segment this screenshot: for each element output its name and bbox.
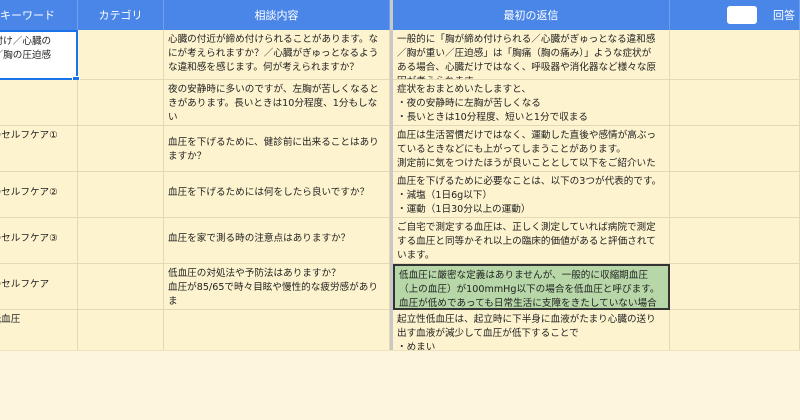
cell-keyword[interactable]: 圧のセルフケア③ xyxy=(0,218,78,264)
cell-question[interactable]: 夜の安静時に多いのですが、左胸が苦しくなると きがあります。長いときは10分程度… xyxy=(164,80,390,126)
cell-keyword[interactable]: 圧 xyxy=(0,80,78,126)
frozen-column-divider[interactable] xyxy=(390,0,393,350)
cell-next[interactable] xyxy=(670,126,800,172)
header-question[interactable]: 相談内容 xyxy=(164,0,390,30)
header-keyword-label: キーワード xyxy=(0,9,55,22)
cell-question[interactable]: 血圧を家で測る時の注意点はありますか？ xyxy=(164,218,390,264)
empty-area xyxy=(0,350,800,420)
cell-question[interactable] xyxy=(164,310,390,350)
header-category-label: カテゴリ xyxy=(98,9,143,22)
spreadsheet: キーワード カテゴリ 相談内容 最初の返信 回答 め付け／心臓の 感／胸の圧迫感… xyxy=(0,0,800,350)
cell-answer[interactable]: 起立性低血圧は、起立時に下半身に血液がたまり心臓の送り 出す血液が減少して血圧が… xyxy=(393,310,670,350)
cell-next[interactable] xyxy=(670,30,800,80)
cell-answer[interactable]: 血圧を下げるために必要なことは、以下の3つが代表的です。 ・減塩（1日6g以下）… xyxy=(393,172,670,218)
cell-category[interactable] xyxy=(78,80,164,126)
cell-answer[interactable]: 血圧は生活習慣だけではなく、運動した直後や感情が高ぶっ ているときなどにも上がっ… xyxy=(393,126,670,172)
cell-keyword[interactable]: 圧のセルフケア② xyxy=(0,172,78,218)
cell-answer[interactable]: 症状をおまとめいたしますと、 ・夜の安静時に左胸が苦しくなる ・長いときは10分… xyxy=(393,80,670,126)
cell-category[interactable] xyxy=(78,172,164,218)
cell-keyword[interactable]: 圧のセルフケア xyxy=(0,264,78,310)
header-first-reply[interactable]: 最初の返信 xyxy=(393,0,670,30)
header-overlay-button[interactable] xyxy=(727,6,757,24)
cell-question[interactable]: 血圧を下げるために、健診前に出来ることはあり ますか？ xyxy=(164,126,390,172)
cell-answer-highlighted[interactable]: 低血圧に厳密な定義はありませんが、一般的に収縮期血圧 （上の血圧）が100mmH… xyxy=(393,264,670,310)
cell-keyword[interactable]: 圧のセルフケア① xyxy=(0,126,78,172)
cell-answer[interactable]: ご自宅で測定する血圧は、正しく測定していれば病院で測定 する血圧と同等かそれ以上… xyxy=(393,218,670,264)
cell-question[interactable]: 心臓の付近が締め付けられることがあります。な にが考えられますか？／心臓がぎゅっ… xyxy=(164,30,390,80)
cell-category[interactable] xyxy=(78,264,164,310)
cell-question[interactable]: 血圧を下げるためには何をしたら良いですか？ xyxy=(164,172,390,218)
header-next-label: 回答 xyxy=(773,9,795,22)
cell-category[interactable] xyxy=(78,218,164,264)
header-category[interactable]: カテゴリ xyxy=(78,0,164,30)
cell-next[interactable] xyxy=(670,218,800,264)
cell-keyword[interactable]: め付け／心臓の 感／胸の圧迫感 xyxy=(0,30,78,80)
cell-next[interactable] xyxy=(670,80,800,126)
cell-category[interactable] xyxy=(78,126,164,172)
cell-category[interactable] xyxy=(78,310,164,350)
cell-next[interactable] xyxy=(670,172,800,218)
cell-answer[interactable]: 一般的に「胸が締め付けられる／心臓がぎゅっとなる違和感 ／胸が重い／圧迫感」は「… xyxy=(393,30,670,80)
header-question-label: 相談内容 xyxy=(254,9,299,22)
header-keyword[interactable]: キーワード xyxy=(0,0,78,30)
header-first-reply-label: 最初の返信 xyxy=(503,9,559,22)
cell-question[interactable]: 低血圧の対処法や予防法はありますか？ 血圧が85/65で時々目眩や慢性的な疲労感… xyxy=(164,264,390,310)
cell-next[interactable] xyxy=(670,310,800,350)
cell-next[interactable] xyxy=(670,264,800,310)
cell-category[interactable] xyxy=(78,30,164,80)
cell-keyword[interactable]: 性低血圧 xyxy=(0,310,78,350)
